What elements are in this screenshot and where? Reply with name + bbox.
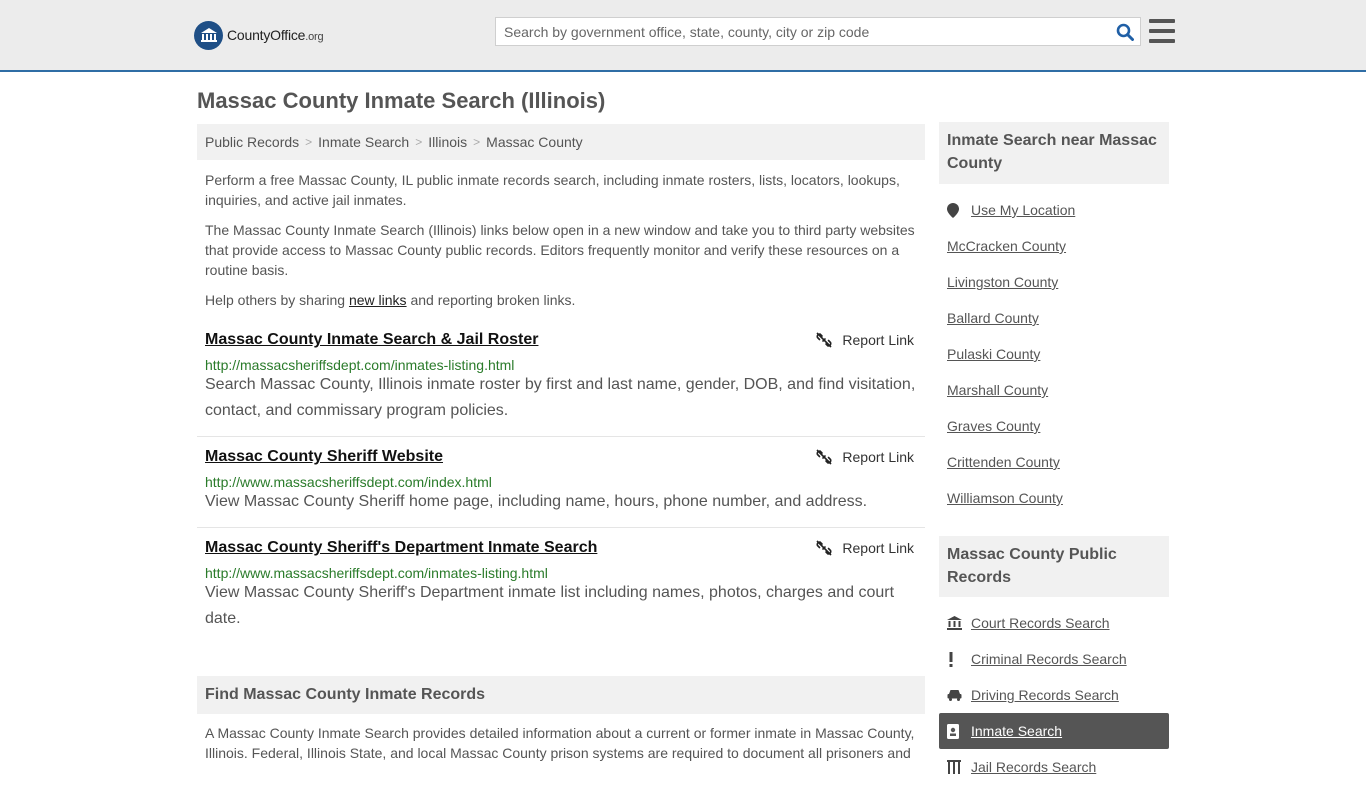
report-link-button[interactable]: Report Link	[816, 332, 914, 348]
exclamation-icon	[947, 651, 971, 667]
result-divider	[197, 436, 925, 437]
public-records-list: Court Records Search Criminal Records Se…	[939, 605, 1169, 785]
broken-link-icon	[816, 540, 832, 556]
breadcrumb-separator: >	[473, 135, 481, 149]
report-link-button[interactable]: Report Link	[816, 449, 914, 465]
nearby-county-link[interactable]: Ballard County	[947, 300, 1169, 336]
breadcrumb-massac-county: Massac County	[486, 134, 583, 150]
courthouse-icon	[947, 616, 971, 630]
breadcrumb: Public Records > Inmate Search > Illinoi…	[197, 124, 925, 160]
nearby-county-link[interactable]: Crittenden County	[947, 444, 1169, 480]
driving-records-link[interactable]: Driving Records Search	[947, 677, 1169, 713]
result-title-link[interactable]: Massac County Sheriff's Department Inmat…	[205, 539, 597, 557]
result-description: View Massac County Sheriff's Department …	[205, 584, 895, 627]
criminal-records-link[interactable]: Criminal Records Search	[947, 641, 1169, 677]
find-records-text: A Massac County Inmate Search provides d…	[205, 725, 915, 761]
use-my-location-link[interactable]: Use My Location	[947, 192, 1169, 228]
nearby-county-link[interactable]: Williamson County	[947, 480, 1169, 516]
find-records-heading: Find Massac County Inmate Records	[197, 676, 925, 714]
nearby-heading: Inmate Search near Massac County	[939, 122, 1169, 184]
result-description: View Massac County Sheriff home page, in…	[205, 493, 868, 510]
jail-records-link[interactable]: Jail Records Search	[947, 749, 1169, 785]
broken-link-icon	[816, 449, 832, 465]
id-badge-icon	[947, 723, 971, 739]
result-url[interactable]: http://www.massacsheriffsdept.com/inmate…	[205, 565, 548, 581]
site-header: CountyOffice.org	[0, 0, 1366, 72]
site-search	[495, 17, 1141, 46]
intro-paragraph-1: Perform a free Massac County, IL public …	[205, 172, 900, 208]
new-links-link[interactable]: new links	[349, 292, 407, 308]
map-pin-icon	[947, 202, 971, 218]
result-description: Search Massac County, Illinois inmate ro…	[205, 376, 916, 419]
breadcrumb-public-records[interactable]: Public Records	[205, 134, 299, 150]
nearby-county-link[interactable]: Graves County	[947, 408, 1169, 444]
result-item: Massac County Inmate Search & Jail Roste…	[197, 331, 925, 431]
nearby-list: Use My Location McCracken County Livings…	[947, 192, 1169, 516]
nearby-county-link[interactable]: Livingston County	[947, 264, 1169, 300]
result-divider	[197, 527, 925, 528]
nearby-county-link[interactable]: Pulaski County	[947, 336, 1169, 372]
report-link-button[interactable]: Report Link	[816, 540, 914, 556]
breadcrumb-separator: >	[305, 135, 313, 149]
result-url[interactable]: http://massacsheriffsdept.com/inmates-li…	[205, 357, 514, 373]
logo-text: CountyOffice.org	[227, 27, 324, 43]
result-title-link[interactable]: Massac County Inmate Search & Jail Roste…	[205, 331, 538, 349]
hamburger-menu-icon[interactable]	[1149, 19, 1175, 43]
logo-badge-icon	[194, 20, 223, 50]
result-title-link[interactable]: Massac County Sheriff Website	[205, 448, 443, 466]
intro-paragraph-3: Help others by sharing new links and rep…	[205, 292, 576, 308]
nearby-county-link[interactable]: McCracken County	[947, 228, 1169, 264]
search-input[interactable]	[496, 18, 1110, 45]
nearby-county-link[interactable]: Marshall County	[947, 372, 1169, 408]
result-item: Massac County Sheriff Website Report Lin…	[197, 448, 925, 518]
jail-icon	[947, 760, 971, 774]
report-link-label: Report Link	[842, 449, 914, 465]
intro-paragraph-2: The Massac County Inmate Search (Illinoi…	[205, 222, 915, 278]
site-logo[interactable]: CountyOffice.org	[194, 20, 324, 50]
result-item: Massac County Sheriff's Department Inmat…	[197, 539, 925, 639]
car-icon	[947, 689, 971, 701]
inmate-search-link[interactable]: Inmate Search	[939, 713, 1169, 749]
report-link-label: Report Link	[842, 332, 914, 348]
breadcrumb-separator: >	[415, 135, 423, 149]
page-title: Massac County Inmate Search (Illinois)	[197, 88, 606, 113]
court-records-link[interactable]: Court Records Search	[947, 605, 1169, 641]
result-url[interactable]: http://www.massacsheriffsdept.com/index.…	[205, 474, 492, 490]
public-records-heading: Massac County Public Records	[939, 536, 1169, 597]
breadcrumb-inmate-search[interactable]: Inmate Search	[318, 134, 409, 150]
broken-link-icon	[816, 332, 832, 348]
breadcrumb-illinois[interactable]: Illinois	[428, 134, 467, 150]
report-link-label: Report Link	[842, 540, 914, 556]
search-icon[interactable]	[1110, 18, 1140, 45]
